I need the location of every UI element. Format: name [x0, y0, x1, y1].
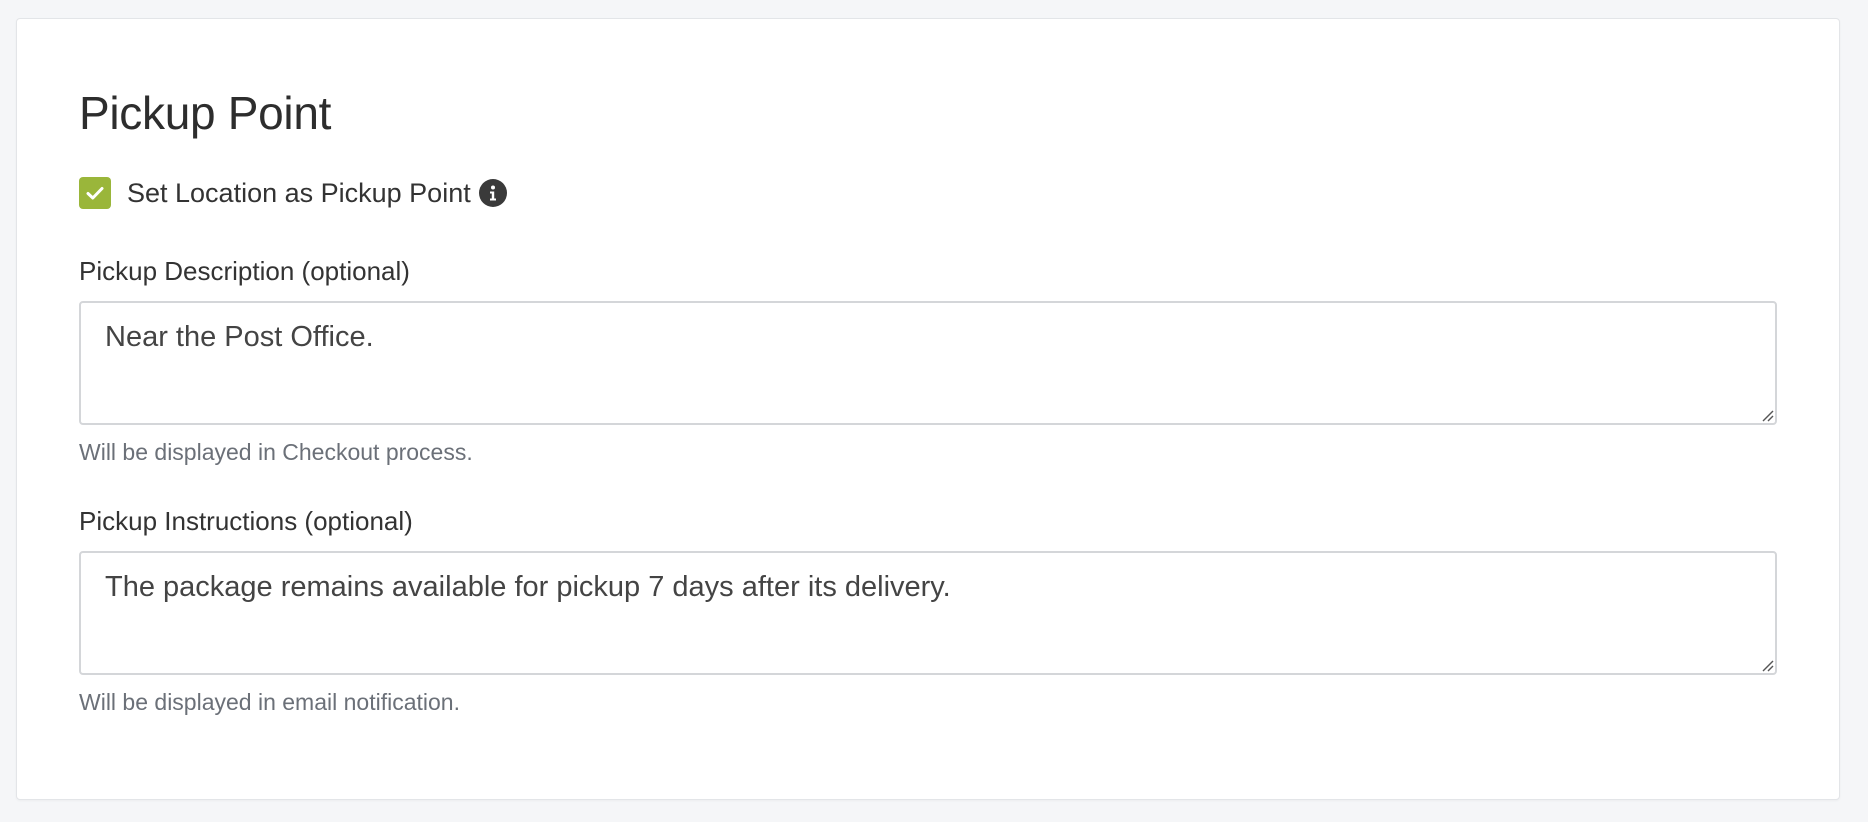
pickup-description-label: Pickup Description (optional)	[79, 256, 410, 286]
pickup-point-checkbox-row: Set Location as Pickup Point	[79, 175, 1777, 211]
set-pickup-point-checkbox[interactable]	[79, 177, 111, 209]
info-glyph	[489, 185, 496, 201]
info-icon[interactable]	[478, 179, 507, 207]
pickup-instructions-textarea[interactable]: The package remains available for pickup…	[79, 551, 1777, 675]
resize-handle-icon[interactable]	[1760, 408, 1774, 422]
pickup-instructions-help: Will be displayed in email notification.	[79, 689, 460, 715]
pickup-description-textarea[interactable]: Near the Post Office.	[79, 301, 1777, 425]
checkmark-icon	[86, 187, 104, 200]
set-pickup-point-label[interactable]: Set Location as Pickup Point	[127, 175, 471, 211]
pickup-instructions-wrapper: The package remains available for pickup…	[79, 551, 1777, 675]
pickup-description-wrapper: Near the Post Office.	[79, 301, 1777, 425]
pickup-instructions-label: Pickup Instructions (optional)	[79, 506, 413, 536]
pickup-description-help: Will be displayed in Checkout process.	[79, 439, 473, 465]
page-title: Pickup Point	[79, 87, 332, 139]
resize-handle-icon[interactable]	[1760, 658, 1774, 672]
pickup-point-card: Pickup Point Set Location as Pickup Poin…	[16, 18, 1840, 800]
